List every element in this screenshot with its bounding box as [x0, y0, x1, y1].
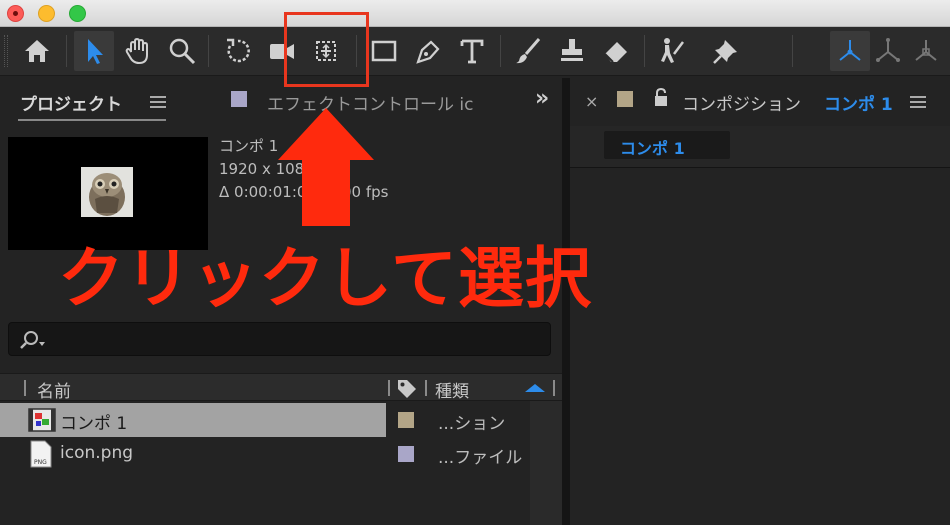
close-window-button[interactable] — [7, 5, 24, 22]
puppet-pin-tool-icon[interactable] — [706, 31, 746, 71]
project-scrollbar[interactable] — [530, 401, 562, 525]
tools-toolbar — [0, 27, 950, 76]
composition-panel: × コンポジション コンポ 1 コンポ 1 — [570, 78, 950, 525]
png-file-icon: PNG — [30, 440, 52, 468]
effect-label-swatch — [231, 91, 247, 107]
svg-text:PNG: PNG — [34, 459, 47, 466]
active-tab-underline — [18, 119, 166, 121]
comp-subtab[interactable]: コンポ 1 — [604, 131, 730, 159]
column-type[interactable]: 種類 — [435, 377, 469, 402]
comp-subtab-label: コンポ 1 — [620, 139, 685, 158]
search-icon[interactable] — [19, 330, 53, 350]
item-name: コンポ 1 — [60, 414, 128, 434]
item-type: ...ファイル — [438, 448, 523, 468]
zoom-window-button[interactable] — [69, 5, 86, 22]
toolbar-grip[interactable] — [4, 35, 8, 67]
project-item-row[interactable]: PNG icon.png ...ファイル — [0, 437, 530, 471]
panel-menu-icon[interactable] — [150, 96, 166, 108]
project-column-header: 名前 種類 — [0, 373, 562, 402]
composition-icon — [28, 408, 56, 432]
roto-brush-tool-icon[interactable] — [652, 31, 692, 71]
column-name[interactable]: 名前 — [37, 377, 71, 402]
comp-panel-menu-icon[interactable] — [910, 96, 926, 108]
local-axis-icon[interactable] — [830, 31, 870, 71]
tab-composition-name[interactable]: コンポ 1 — [824, 90, 893, 115]
tab-composition-prefix[interactable]: コンポジション — [682, 90, 801, 115]
tag-icon[interactable] — [396, 378, 418, 398]
pen-tool-icon[interactable] — [408, 31, 448, 71]
annotation-text: クリックして選択 — [58, 240, 593, 317]
hand-tool-icon[interactable] — [118, 31, 158, 71]
minimize-window-button[interactable] — [38, 5, 55, 22]
selection-tool-icon[interactable] — [74, 31, 114, 71]
comp-subtab-bar: コンポ 1 — [570, 126, 950, 168]
rotation-tool-icon[interactable] — [218, 31, 258, 71]
search-field[interactable] — [8, 322, 551, 356]
lock-icon[interactable] — [653, 88, 669, 108]
comp-tab-row: × コンポジション コンポ 1 — [570, 78, 950, 126]
comp-label-swatch — [617, 91, 633, 107]
brush-tool-icon[interactable] — [508, 31, 548, 71]
item-label-swatch-overlay[interactable] — [398, 412, 414, 428]
item-label-swatch[interactable] — [398, 446, 414, 462]
annotation-arrow-icon — [278, 108, 374, 226]
home-icon[interactable] — [17, 31, 57, 71]
window-titlebar — [0, 0, 950, 27]
view-axis-icon[interactable] — [906, 31, 946, 71]
type-tool-icon[interactable] — [452, 31, 492, 71]
highlight-box — [284, 12, 369, 87]
item-type-visible: ...ション — [438, 414, 506, 434]
sort-ascending-icon[interactable] — [524, 383, 546, 393]
item-name: icon.png — [60, 443, 134, 463]
world-axis-icon[interactable] — [868, 31, 908, 71]
tab-project[interactable]: プロジェクト — [20, 90, 122, 115]
clone-stamp-tool-icon[interactable] — [552, 31, 592, 71]
rectangle-tool-icon[interactable] — [364, 31, 404, 71]
panel-overflow-icon[interactable]: » — [535, 86, 549, 111]
eraser-tool-icon[interactable] — [596, 31, 636, 71]
comp-name-info: コンポ 1 — [219, 137, 279, 155]
zoom-tool-icon[interactable] — [162, 31, 202, 71]
close-tab-icon[interactable]: × — [585, 92, 598, 111]
owl-image — [81, 167, 133, 217]
